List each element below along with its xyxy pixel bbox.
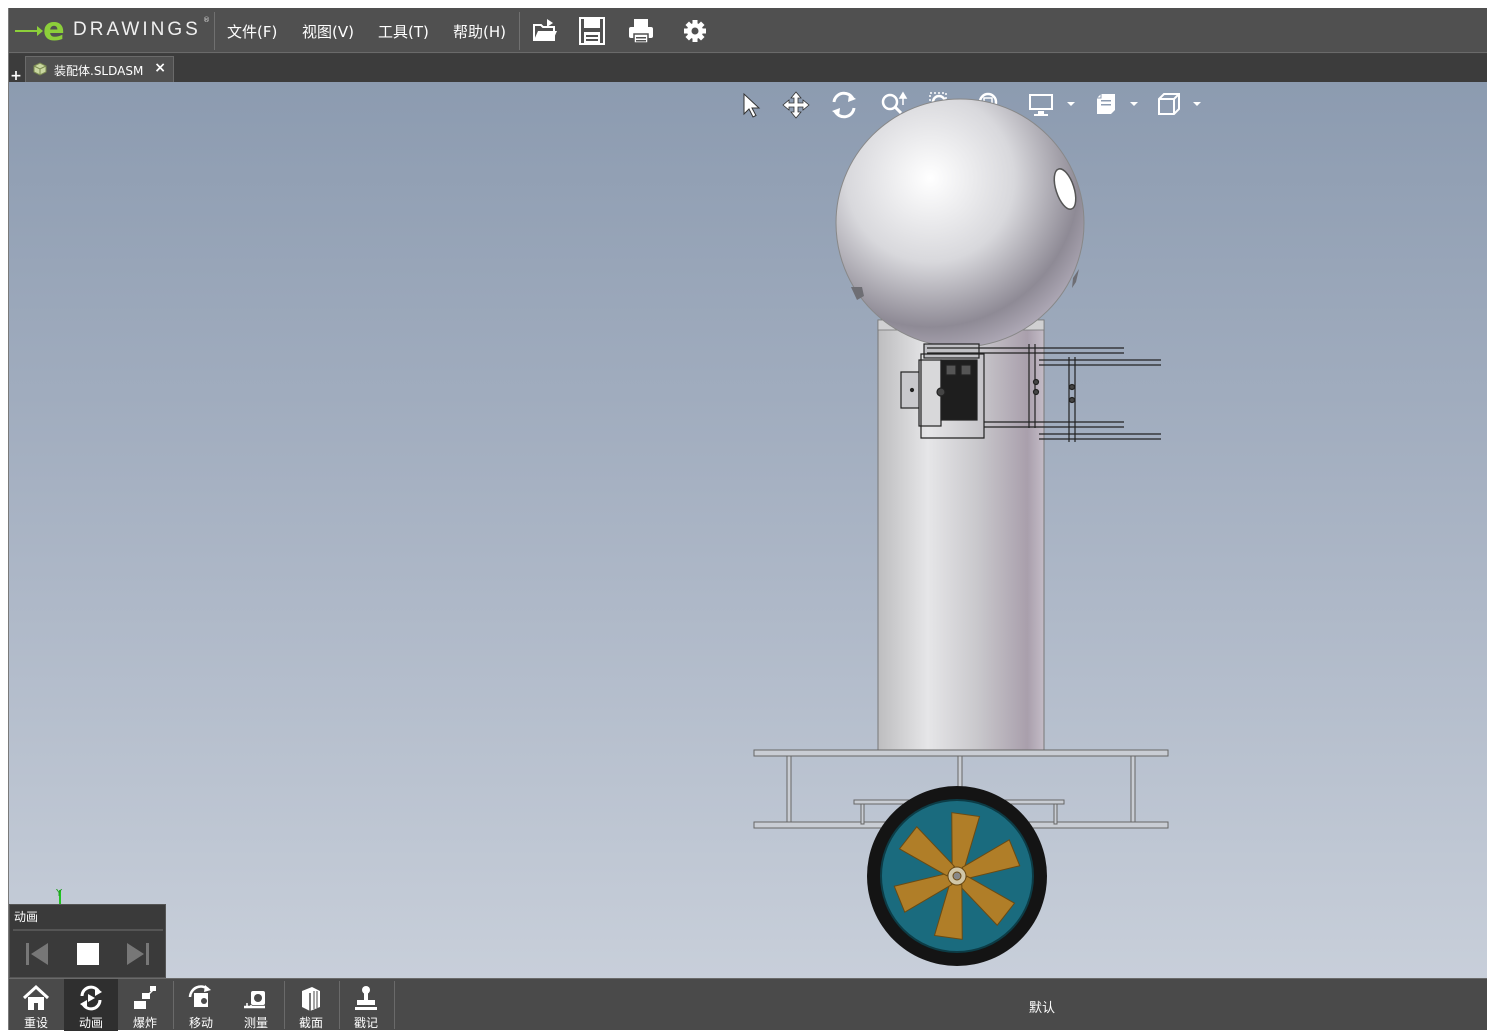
toolbar-divider: [394, 981, 395, 1029]
move-button[interactable]: 移动: [174, 979, 228, 1031]
measure-button[interactable]: 测量: [229, 979, 283, 1031]
animate-button[interactable]: 动画: [64, 979, 118, 1031]
reset-label: 重设: [23, 1016, 48, 1030]
close-tab-button[interactable]: ×: [154, 60, 166, 76]
menu-file[interactable]: 文件(F): [227, 21, 277, 42]
section-label: 截面: [298, 1016, 323, 1030]
menu-help[interactable]: 帮助(H): [453, 21, 506, 42]
edrawings-window: e DRAWINGS ® 文件(F) 视图(V) 工具(T) 帮助(H) + 装…: [8, 8, 1487, 1031]
logo-arrow-icon: [15, 26, 43, 36]
sphere-head-part[interactable]: [835, 98, 1085, 348]
triad-y-label: Y: [56, 888, 63, 899]
logo-wordmark: DRAWINGS: [73, 19, 201, 40]
3d-viewport[interactable]: Y 动画: [9, 82, 1487, 978]
stop-icon[interactable]: [73, 939, 103, 969]
stamp-label: 戳记: [353, 1016, 378, 1030]
stamp-button[interactable]: 戳记: [339, 979, 393, 1031]
bottom-toolbar: 重设 动画 爆炸 移动 测量 截面 戳记 默认: [9, 978, 1487, 1031]
menu-view[interactable]: 视图(V): [302, 21, 354, 42]
edrawings-logo: e DRAWINGS ®: [15, 10, 211, 48]
explode-label: 爆炸: [132, 1016, 157, 1030]
menu-bar: e DRAWINGS ® 文件(F) 视图(V) 工具(T) 帮助(H): [9, 8, 1487, 53]
logo-letter: e: [43, 10, 65, 48]
explode-icon: [134, 986, 156, 1009]
animate-label: 动画: [78, 1016, 103, 1030]
configuration-name[interactable]: 默认: [1029, 997, 1055, 1016]
menu-divider: [519, 12, 520, 50]
logo-registered-mark: ®: [203, 16, 210, 24]
stamp-icon: [355, 986, 377, 1010]
animate-icon: [80, 985, 102, 1011]
move-icon: [188, 985, 211, 1007]
drive-wheel-part[interactable]: [867, 786, 1047, 966]
move-label: 移动: [188, 1016, 213, 1030]
measure-label: 测量: [243, 1016, 268, 1030]
animation-timeline[interactable]: [13, 929, 163, 931]
reset-button[interactable]: 重设: [9, 979, 63, 1031]
document-tab-strip: + 装配体.SLDASM ×: [9, 54, 1487, 83]
measure-icon: [244, 991, 265, 1009]
section-icon: [302, 987, 320, 1011]
section-button[interactable]: 截面: [284, 979, 338, 1031]
document-tab-label: 装配体.SLDASM: [54, 64, 144, 78]
assembly-icon: [33, 62, 47, 76]
animation-panel-title: 动画: [14, 910, 39, 924]
skip-back-icon[interactable]: [22, 939, 52, 969]
explode-button[interactable]: 爆炸: [118, 979, 172, 1031]
print-icon[interactable]: [626, 16, 656, 46]
open-folder-icon[interactable]: [530, 16, 560, 46]
home-icon: [22, 984, 50, 1010]
animation-panel: 动画: [9, 904, 166, 978]
menu-divider: [214, 12, 215, 50]
menu-tools[interactable]: 工具(T): [378, 21, 429, 42]
new-tab-button[interactable]: +: [10, 69, 22, 83]
document-tab[interactable]: 装配体.SLDASM ×: [25, 56, 174, 82]
assembly-model: [56, 98, 1169, 966]
skip-forward-icon[interactable]: [123, 939, 153, 969]
gear-icon[interactable]: [680, 16, 710, 46]
save-icon[interactable]: [577, 16, 607, 46]
